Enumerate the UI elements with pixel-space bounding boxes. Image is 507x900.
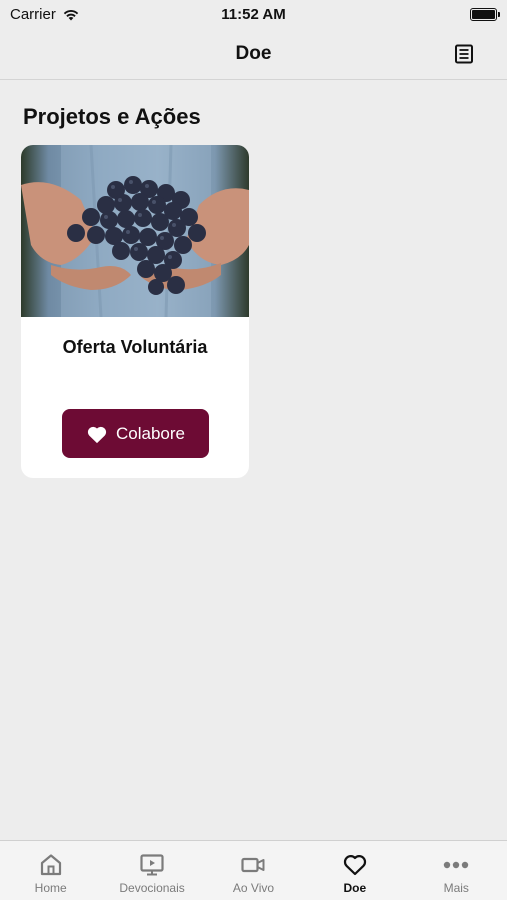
page-title: Doe bbox=[235, 42, 272, 64]
tab-mais-label: Mais bbox=[443, 881, 469, 895]
tab-doe-label: Doe bbox=[343, 881, 367, 895]
video-camera-icon bbox=[241, 857, 265, 873]
heart-icon bbox=[87, 426, 107, 443]
carrier-info: Carrier bbox=[10, 6, 80, 23]
section-title: Projetos e Ações bbox=[23, 104, 201, 129]
project-card[interactable]: Oferta Voluntária Colabore bbox=[21, 145, 249, 478]
status-bar: Carrier 11:52 AM bbox=[0, 0, 507, 28]
tab-devocionais-label: Devocionais bbox=[119, 881, 185, 895]
home-icon bbox=[40, 854, 61, 876]
tab-doe[interactable]: Doe bbox=[304, 841, 405, 895]
tab-bar: Home Devocionais Ao Vivo Doe Mais bbox=[0, 840, 507, 900]
colabore-button-label: Colabore bbox=[116, 423, 185, 443]
more-dots-icon bbox=[444, 861, 469, 869]
monitor-play-icon bbox=[140, 854, 164, 876]
tab-home[interactable]: Home bbox=[0, 841, 101, 895]
list-document-icon[interactable] bbox=[451, 41, 477, 67]
heart-icon bbox=[343, 855, 366, 876]
wifi-icon bbox=[63, 9, 79, 20]
navigation-bar: Doe bbox=[0, 28, 507, 80]
carrier-label: Carrier bbox=[10, 5, 56, 23]
project-image bbox=[21, 145, 249, 317]
project-title: Oferta Voluntária bbox=[62, 337, 208, 357]
tab-ao-vivo-label: Ao Vivo bbox=[232, 881, 275, 895]
tab-home-label: Home bbox=[34, 881, 67, 895]
battery-icon bbox=[470, 7, 500, 21]
tab-ao-vivo[interactable]: Ao Vivo bbox=[203, 841, 304, 895]
colabore-button[interactable]: Colabore bbox=[62, 409, 209, 458]
tab-mais[interactable]: Mais bbox=[406, 841, 507, 895]
tab-devocionais[interactable]: Devocionais bbox=[102, 841, 203, 895]
